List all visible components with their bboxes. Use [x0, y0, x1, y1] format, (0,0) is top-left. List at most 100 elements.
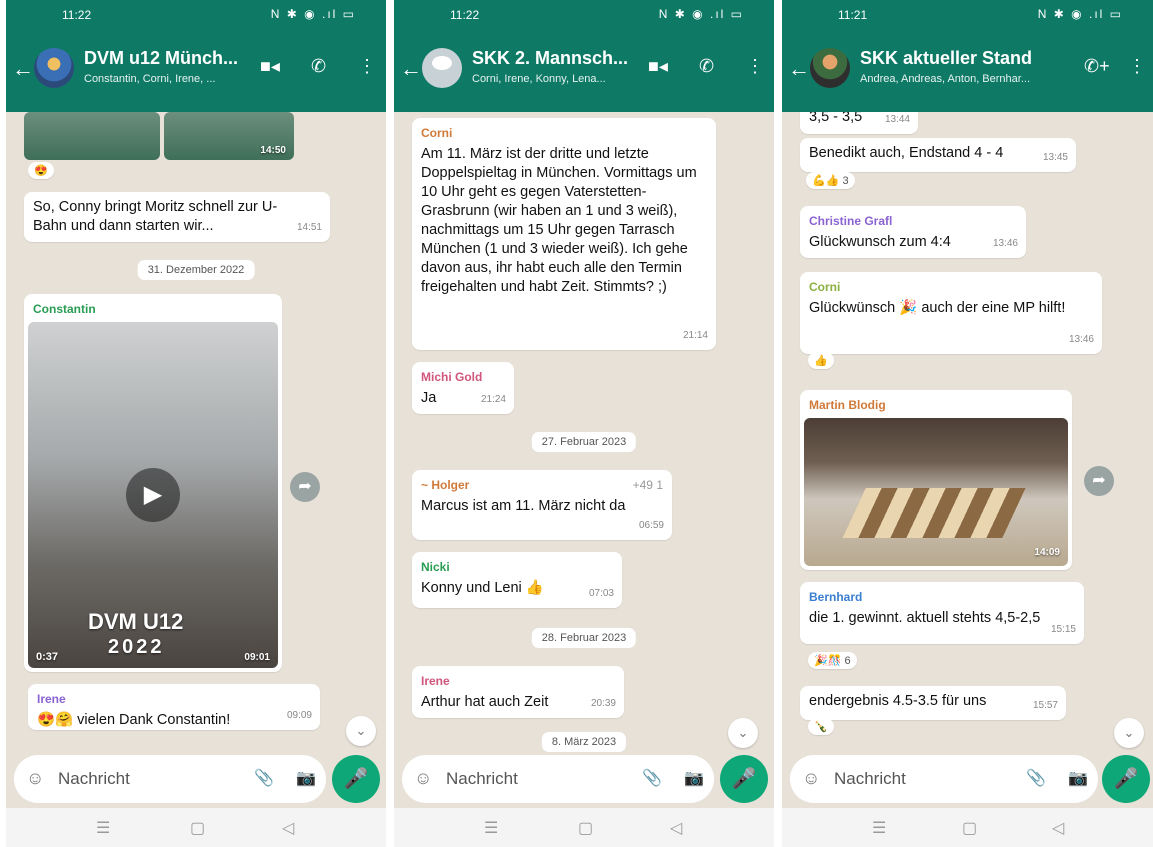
message-text: So, Conny bringt Moritz schnell zur U-Ba…: [33, 199, 278, 234]
status-time: 11:22: [62, 8, 92, 22]
scroll-down-icon[interactable]: ⌄: [728, 718, 758, 748]
video-call-icon[interactable]: ■◂: [648, 56, 668, 77]
message-sender: Bernhard: [809, 590, 863, 604]
back-nav-icon[interactable]: ◁: [282, 818, 294, 838]
message-bubble[interactable]: 3,5 - 3,5 13:44: [800, 112, 918, 134]
attach-icon[interactable]: 📎: [1026, 768, 1046, 788]
group-avatar[interactable]: [34, 48, 74, 88]
message-bubble[interactable]: endergebnis 4.5-3.5 für uns 15:57: [800, 686, 1066, 720]
status-icons: N ✱ ◉ .ıl ▭: [658, 7, 744, 21]
message-text: Glückwunsch zum 4:4: [809, 234, 951, 250]
phone-call-icon[interactable]: ✆: [311, 56, 326, 77]
scroll-down-icon[interactable]: ⌄: [346, 716, 376, 746]
chat-title[interactable]: DVM u12 Münch...: [84, 48, 238, 69]
reaction[interactable]: 😍: [28, 162, 54, 179]
group-avatar[interactable]: [810, 48, 850, 88]
back-nav-icon[interactable]: ◁: [1052, 818, 1064, 838]
chess-photo[interactable]: 14:09: [804, 418, 1068, 566]
message-bubble[interactable]: Michi Gold Ja 21:24: [412, 362, 514, 414]
camera-icon[interactable]: 📷: [1068, 768, 1088, 788]
system-nav-bar: ☰ ▢ ◁: [6, 808, 386, 847]
emoji-icon[interactable]: ☺: [26, 768, 44, 789]
reaction[interactable]: 💪👍 3: [806, 172, 855, 189]
back-nav-icon[interactable]: ◁: [670, 818, 682, 838]
menu-icon[interactable]: ⋮: [1128, 56, 1146, 77]
video-thumbnail[interactable]: ▶ DVM U12 2022 0:37 09:01: [28, 322, 278, 668]
message-input[interactable]: ☺ Nachricht 📎 📷: [402, 755, 714, 803]
message-bubble[interactable]: ~ Holger +49 1 Marcus ist am 11. März ni…: [412, 470, 672, 540]
reaction[interactable]: 👍: [808, 352, 834, 369]
message-input[interactable]: ☺ Nachricht 📎 📷: [14, 755, 326, 803]
group-avatar[interactable]: [422, 48, 462, 88]
message-sender: Christine Grafl: [809, 214, 893, 228]
attach-icon[interactable]: 📎: [642, 768, 662, 788]
recents-icon[interactable]: ☰: [96, 818, 110, 838]
reaction[interactable]: 🎉🎊 6: [808, 652, 857, 669]
message-sender: Nicki: [421, 560, 450, 574]
home-icon[interactable]: ▢: [578, 818, 593, 838]
date-chip: 8. März 2023: [541, 732, 627, 752]
mic-button[interactable]: 🎤: [1102, 755, 1150, 803]
emoji-icon[interactable]: ☺: [802, 768, 820, 789]
media-thumbnail[interactable]: [24, 112, 160, 160]
message-text: Konny und Leni 👍: [421, 580, 544, 596]
message-list[interactable]: 14:50 😍 So, Conny bringt Moritz schnell …: [6, 112, 386, 777]
image-message[interactable]: Martin Blodig 14:09: [800, 390, 1072, 570]
back-arrow-icon[interactable]: ←: [400, 56, 422, 82]
message-sender: Corni: [421, 126, 453, 140]
reaction[interactable]: 🍾: [808, 718, 834, 735]
chat-title[interactable]: SKK 2. Mannsch...: [472, 48, 628, 69]
chat-members[interactable]: Constantin, Corni, Irene, ...: [84, 73, 215, 85]
menu-icon[interactable]: ⋮: [358, 56, 376, 77]
media-thumbnail[interactable]: 14:50: [164, 112, 294, 160]
message-bubble[interactable]: Bernhard die 1. gewinnt. aktuell stehts …: [800, 582, 1084, 644]
recents-icon[interactable]: ☰: [484, 818, 498, 838]
chat-members[interactable]: Andrea, Andreas, Anton, Bernhar...: [860, 73, 1030, 85]
message-time: 14:51: [296, 222, 322, 233]
message-time: 21:24: [480, 394, 506, 405]
date-chip: 31. Dezember 2022: [137, 260, 255, 280]
scroll-down-icon[interactable]: ⌄: [1114, 718, 1144, 748]
message-input[interactable]: ☺ Nachricht 📎 📷: [790, 755, 1098, 803]
message-bubble[interactable]: Irene 😍🤗 vielen Dank Constantin! 09:09: [28, 684, 320, 730]
mic-button[interactable]: 🎤: [332, 755, 380, 803]
message-list[interactable]: Corni Am 11. März ist der dritte und let…: [394, 112, 774, 777]
back-arrow-icon[interactable]: ←: [12, 56, 34, 82]
recents-icon[interactable]: ☰: [872, 818, 886, 838]
message-time: 06:59: [638, 520, 664, 531]
message-bubble[interactable]: Corni Am 11. März ist der dritte und let…: [412, 118, 716, 350]
message-time: 15:15: [1050, 624, 1076, 635]
status-time: 11:21: [838, 8, 868, 22]
home-icon[interactable]: ▢: [190, 818, 205, 838]
message-sender-name: ~ Holger: [421, 478, 470, 492]
video-message[interactable]: Constantin ▶ DVM U12 2022 0:37 09:01: [24, 294, 282, 672]
chat-screen-skk2: 11:22 N ✱ ◉ .ıl ▭ ← SKK 2. Mannsch... Co…: [394, 0, 774, 847]
message-bubble[interactable]: Corni Glückwünsch 🎉 auch der eine MP hil…: [800, 272, 1102, 354]
add-call-icon[interactable]: ✆+: [1084, 56, 1110, 77]
home-icon[interactable]: ▢: [962, 818, 977, 838]
video-call-icon[interactable]: ■◂: [260, 56, 280, 77]
message-bubble[interactable]: Benedikt auch, Endstand 4 - 4 13:45: [800, 138, 1076, 172]
forward-icon[interactable]: ➦: [290, 472, 320, 502]
menu-icon[interactable]: ⋮: [746, 56, 764, 77]
message-bubble[interactable]: Irene Arthur hat auch Zeit 20:39: [412, 666, 624, 718]
play-icon[interactable]: ▶: [126, 468, 180, 522]
message-text: 😍🤗 vielen Dank Constantin!: [37, 712, 231, 728]
chat-title[interactable]: SKK aktueller Stand: [860, 48, 1032, 69]
message-time: 13:46: [1068, 334, 1094, 345]
camera-icon[interactable]: 📷: [684, 768, 704, 788]
chat-members[interactable]: Corni, Irene, Konny, Lena...: [472, 73, 606, 85]
date-chip: 27. Februar 2023: [531, 432, 637, 452]
message-bubble[interactable]: So, Conny bringt Moritz schnell zur U-Ba…: [24, 192, 330, 242]
attach-icon[interactable]: 📎: [254, 768, 274, 788]
mic-button[interactable]: 🎤: [720, 755, 768, 803]
message-text: 3,5 - 3,5: [809, 112, 863, 125]
message-bubble[interactable]: Christine Grafl Glückwunsch zum 4:4 13:4…: [800, 206, 1026, 258]
camera-icon[interactable]: 📷: [296, 768, 316, 788]
message-list[interactable]: 3,5 - 3,5 13:44 Benedikt auch, Endstand …: [782, 112, 1153, 777]
forward-icon[interactable]: ➦: [1084, 466, 1114, 496]
phone-call-icon[interactable]: ✆: [699, 56, 714, 77]
message-bubble[interactable]: Nicki Konny und Leni 👍 07:03: [412, 552, 622, 608]
emoji-icon[interactable]: ☺: [414, 768, 432, 789]
back-arrow-icon[interactable]: ←: [788, 56, 810, 82]
